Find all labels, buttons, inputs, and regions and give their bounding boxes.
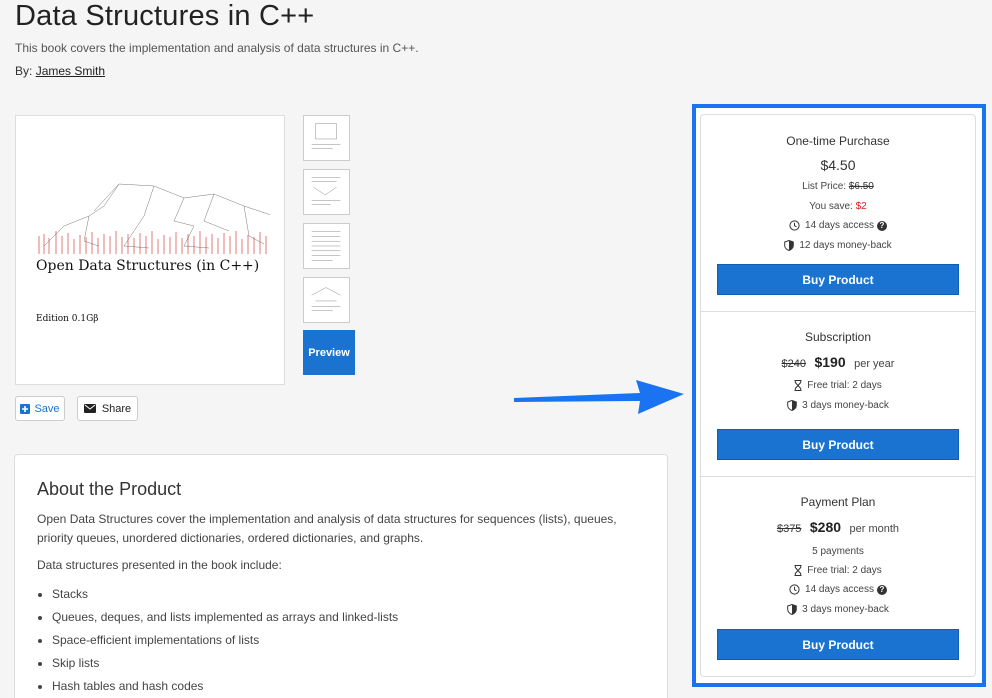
access-row: 14 days access?: [701, 220, 975, 231]
page-title: Data Structures in C++: [15, 0, 315, 32]
trial-text: Free trial: 2 days: [807, 565, 882, 577]
thumbnail-page-icon: [311, 177, 341, 205]
about-section: About the Product Open Data Structures c…: [14, 454, 668, 698]
thumbnail-4[interactable]: [303, 277, 350, 323]
save-button[interactable]: Save: [15, 396, 65, 421]
list-item: Stacks: [52, 583, 645, 606]
trial-text: Free trial: 2 days: [807, 380, 882, 392]
payments-count: 5 payments: [812, 546, 864, 557]
payment-plan-price-row: $375 $280 per month: [701, 519, 975, 537]
one-time-price: $4.50: [820, 157, 856, 173]
access-text: 14 days access: [805, 220, 874, 232]
clock-icon: [789, 584, 800, 595]
payment-plan-price: $280: [809, 519, 842, 535]
thumbnail-2[interactable]: [303, 169, 350, 215]
help-icon[interactable]: ?: [876, 220, 887, 231]
you-save-value: $2: [855, 201, 867, 212]
list-item: Skip lists: [52, 652, 645, 675]
subscription-price-row: $240 $190 per year: [701, 354, 975, 372]
shield-icon: [787, 604, 797, 615]
help-icon[interactable]: ?: [876, 584, 887, 595]
cover-edition: Edition 0.1Gβ: [36, 314, 99, 324]
list-price-row: List Price: $6.50: [701, 181, 975, 192]
you-save-row: You save: $2: [701, 201, 975, 212]
subscription-price: $190: [814, 354, 846, 370]
cover-tree-illustration: [38, 183, 270, 254]
plan-divider: [701, 476, 975, 477]
envelope-icon: [83, 404, 96, 413]
thumbnail-page-icon: [311, 231, 341, 261]
share-label: Share: [101, 402, 132, 415]
page-subtitle: This book covers the implementation and …: [15, 41, 419, 55]
about-list-intro: Data structures presented in the book in…: [37, 558, 282, 572]
money-back-text: 12 days money-back: [799, 240, 892, 252]
money-back-text: 3 days money-back: [802, 400, 889, 412]
shield-icon: [787, 400, 797, 411]
about-description: Open Data Structures cover the implement…: [37, 512, 617, 545]
arrow-right-icon: [514, 380, 684, 414]
plan-divider: [701, 311, 975, 312]
thumbnail-3[interactable]: [303, 223, 350, 269]
share-button[interactable]: Share: [77, 396, 138, 421]
thumbnail-1[interactable]: [303, 115, 350, 161]
access-text: 14 days access: [805, 584, 874, 596]
subscription-plan-name: Subscription: [804, 330, 872, 344]
cover-title: Open Data Structures (in C++): [36, 258, 260, 274]
money-back-row: 12 days money-back: [701, 240, 975, 251]
money-back-row: 3 days money-back: [701, 604, 975, 615]
list-price-value: $6.50: [848, 181, 874, 192]
list-item: Space-efficient implementations of lists: [52, 629, 645, 652]
book-cover-image[interactable]: Open Data Structures (in C++) Edition 0.…: [15, 115, 285, 385]
buy-payment-plan-button[interactable]: Buy Product: [717, 629, 959, 660]
subscription-old-price: $240: [781, 358, 807, 370]
hourglass-icon: [794, 380, 802, 391]
author-link[interactable]: James Smith: [36, 64, 105, 78]
author-prefix: By:: [15, 64, 33, 78]
preview-button[interactable]: Preview: [303, 330, 355, 375]
money-back-row: 3 days money-back: [701, 400, 975, 411]
thumbnail-page-icon: [311, 123, 341, 149]
plus-square-icon: [20, 403, 31, 414]
trial-row: Free trial: 2 days: [701, 565, 975, 576]
hourglass-icon: [794, 565, 802, 576]
payment-plan-name: Payment Plan: [800, 495, 876, 509]
buy-one-time-button[interactable]: Buy Product: [717, 264, 959, 295]
author-line: By: James Smith: [15, 64, 105, 78]
you-save-label: You save:: [809, 201, 853, 212]
save-label: Save: [34, 402, 60, 415]
access-row: 14 days access?: [701, 584, 975, 595]
about-list: Stacks Queues, deques, and lists impleme…: [37, 583, 645, 698]
list-item: Queues, deques, and lists implemented as…: [52, 606, 645, 629]
money-back-text: 3 days money-back: [802, 604, 889, 616]
thumbnail-page-icon: [311, 287, 341, 311]
list-item: Hash tables and hash codes: [52, 675, 645, 698]
subscription-period: per year: [854, 358, 895, 370]
pricing-panel: One-time Purchase $4.50 List Price: $6.5…: [700, 114, 976, 677]
one-time-plan-name: One-time Purchase: [786, 134, 890, 148]
shield-icon: [784, 240, 795, 251]
list-price-label: List Price:: [802, 181, 847, 192]
payment-plan-old-price: $375: [776, 523, 802, 535]
clock-icon: [789, 220, 800, 231]
about-heading: About the Product: [37, 479, 182, 499]
payment-plan-period: per month: [849, 523, 900, 535]
trial-row: Free trial: 2 days: [701, 380, 975, 391]
buy-subscription-button[interactable]: Buy Product: [717, 429, 959, 460]
